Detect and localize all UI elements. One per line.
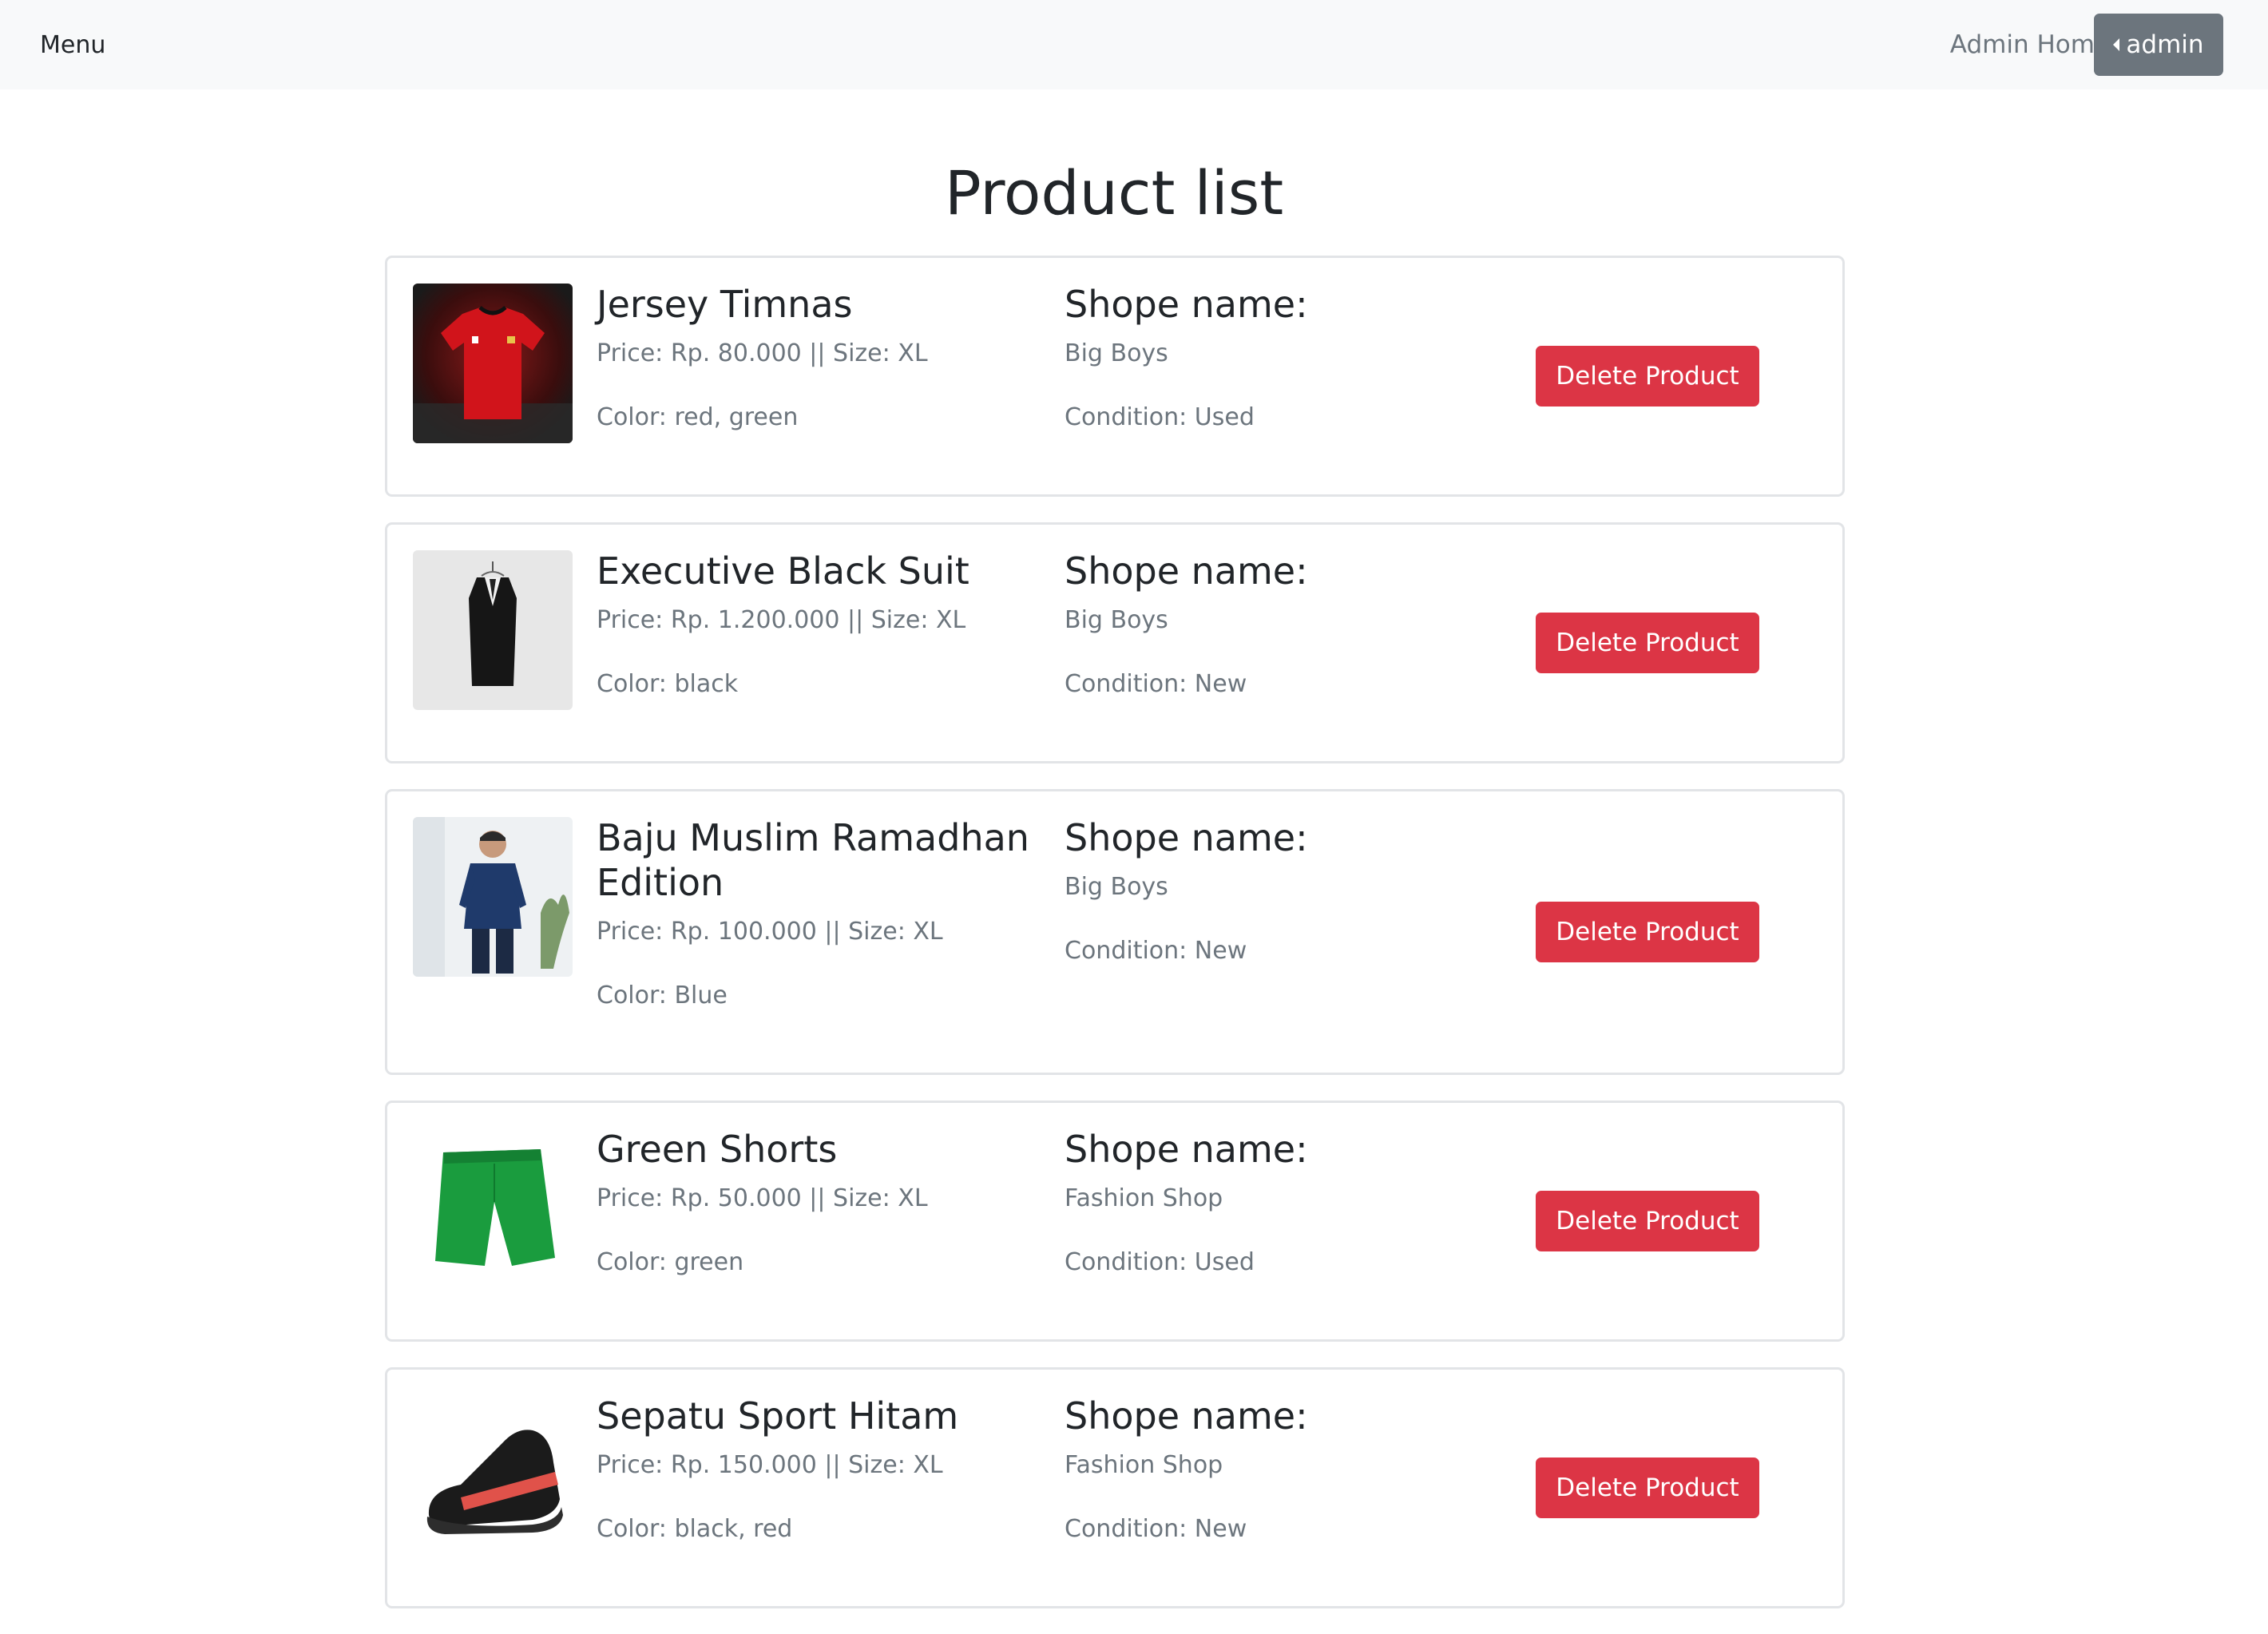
- product-color: Color: black, red: [597, 1515, 793, 1543]
- admin-home-link[interactable]: Admin Home: [1950, 0, 2110, 89]
- product-color: Color: red, green: [597, 403, 799, 431]
- product-color: Color: black: [597, 670, 739, 698]
- menu-brand[interactable]: Menu: [40, 0, 105, 89]
- product-image: [413, 284, 573, 443]
- product-condition: Condition: New: [1065, 937, 1247, 965]
- delete-product-button[interactable]: Delete Product: [1536, 613, 1759, 673]
- suit-image: [413, 550, 573, 710]
- product-card: Sepatu Sport Hitam Price: Rp. 150.000 ||…: [385, 1367, 1845, 1608]
- product-name: Executive Black Suit: [597, 549, 969, 593]
- shop-name: Big Boys: [1065, 606, 1168, 634]
- shop-name: Big Boys: [1065, 873, 1168, 901]
- green-shorts-image: [413, 1128, 573, 1288]
- product-name: Green Shorts: [597, 1128, 838, 1171]
- jersey-image: [413, 284, 573, 443]
- shop-name-label: Shope name:: [1065, 1128, 1308, 1171]
- admin-dropdown-label: admin: [2126, 30, 2204, 59]
- product-color: Color: green: [597, 1248, 744, 1276]
- delete-product-button[interactable]: Delete Product: [1536, 1191, 1759, 1251]
- product-name: Baju Muslim Ramadhan Edition: [597, 816, 1029, 904]
- product-card: Jersey Timnas Price: Rp. 80.000 || Size:…: [385, 256, 1845, 497]
- product-price-size: Price: Rp. 80.000 || Size: XL: [597, 339, 928, 367]
- product-condition: Condition: New: [1065, 670, 1247, 698]
- product-image: [413, 550, 573, 710]
- product-card: Baju Muslim Ramadhan Edition Price: Rp. …: [385, 789, 1845, 1075]
- navbar: Menu Admin Home admin: [0, 0, 2268, 89]
- product-price-size: Price: Rp. 1.200.000 || Size: XL: [597, 606, 966, 634]
- product-color: Color: Blue: [597, 982, 728, 1009]
- product-image: [413, 817, 573, 977]
- product-image: [413, 1128, 573, 1288]
- delete-product-button[interactable]: Delete Product: [1536, 346, 1759, 407]
- product-image: [413, 1395, 573, 1555]
- shop-name-label: Shope name:: [1065, 1394, 1308, 1438]
- shop-name-label: Shope name:: [1065, 549, 1308, 593]
- product-price-size: Price: Rp. 100.000 || Size: XL: [597, 918, 943, 946]
- delete-product-button[interactable]: Delete Product: [1536, 902, 1759, 962]
- caret-left-icon: [2113, 38, 2120, 51]
- product-price-size: Price: Rp. 50.000 || Size: XL: [597, 1184, 928, 1212]
- product-name: Jersey Timnas: [597, 283, 853, 326]
- page-title: Product list: [944, 157, 1284, 228]
- product-card: Green Shorts Price: Rp. 50.000 || Size: …: [385, 1101, 1845, 1342]
- product-card: Executive Black Suit Price: Rp. 1.200.00…: [385, 522, 1845, 763]
- product-name: Sepatu Sport Hitam: [597, 1394, 959, 1438]
- product-condition: Condition: Used: [1065, 403, 1255, 431]
- delete-product-button[interactable]: Delete Product: [1536, 1458, 1759, 1518]
- shop-name: Fashion Shop: [1065, 1451, 1223, 1479]
- admin-dropdown-button[interactable]: admin: [2094, 14, 2223, 76]
- product-price-size: Price: Rp. 150.000 || Size: XL: [597, 1451, 943, 1479]
- shop-name: Fashion Shop: [1065, 1184, 1223, 1212]
- muslim-shirt-image: [413, 817, 573, 977]
- black-sneaker-image: [413, 1395, 573, 1555]
- product-condition: Condition: Used: [1065, 1248, 1255, 1276]
- product-condition: Condition: New: [1065, 1515, 1247, 1543]
- shop-name-label: Shope name:: [1065, 283, 1308, 326]
- shop-name-label: Shope name:: [1065, 816, 1308, 859]
- shop-name: Big Boys: [1065, 339, 1168, 367]
